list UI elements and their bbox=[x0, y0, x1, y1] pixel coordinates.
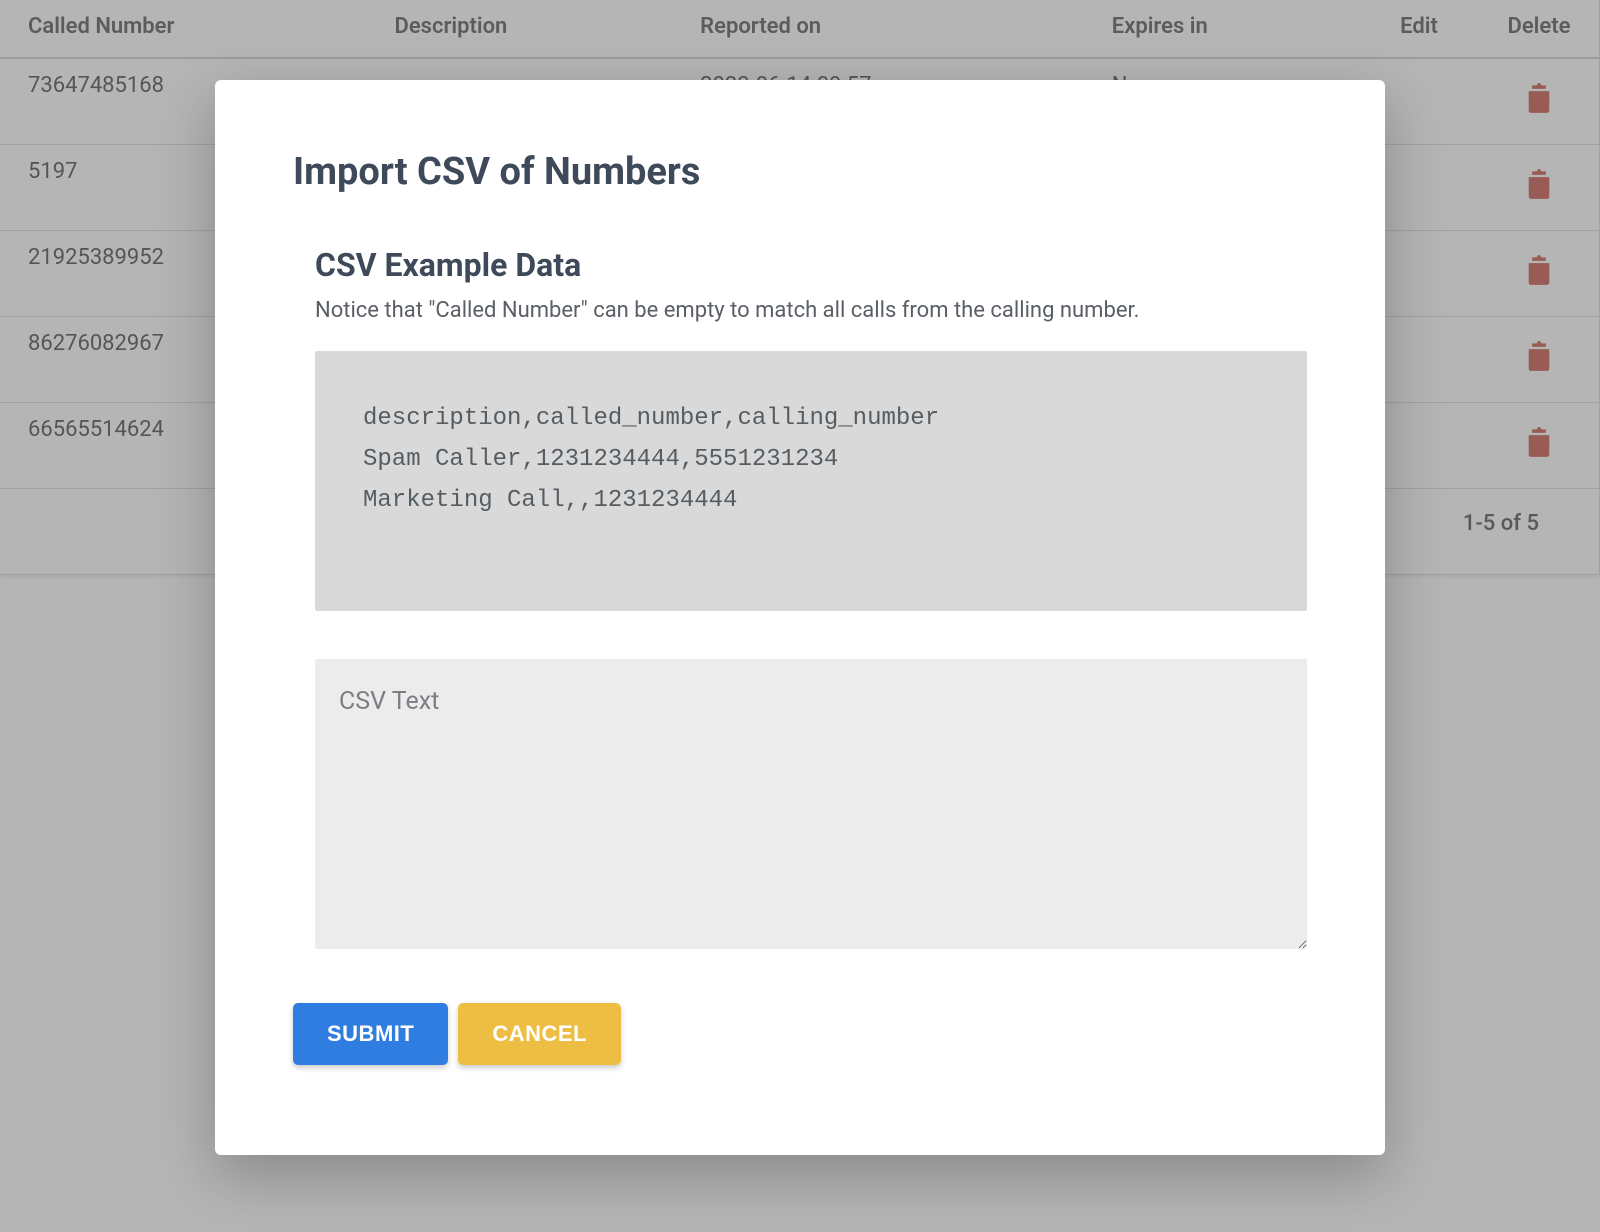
modal-overlay[interactable]: Import CSV of Numbers CSV Example Data N… bbox=[0, 0, 1600, 1232]
modal-button-row: SUBMIT CANCEL bbox=[293, 1003, 1307, 1065]
cancel-button[interactable]: CANCEL bbox=[458, 1003, 621, 1065]
csv-text-input[interactable] bbox=[315, 659, 1307, 949]
csv-example-code: description,called_number,calling_number… bbox=[315, 351, 1307, 611]
modal-title: Import CSV of Numbers bbox=[293, 150, 1307, 194]
csv-example-heading: CSV Example Data bbox=[315, 246, 1307, 284]
import-csv-modal: Import CSV of Numbers CSV Example Data N… bbox=[215, 80, 1385, 1155]
csv-example-notice: Notice that "Called Number" can be empty… bbox=[315, 298, 1307, 323]
submit-button[interactable]: SUBMIT bbox=[293, 1003, 448, 1065]
